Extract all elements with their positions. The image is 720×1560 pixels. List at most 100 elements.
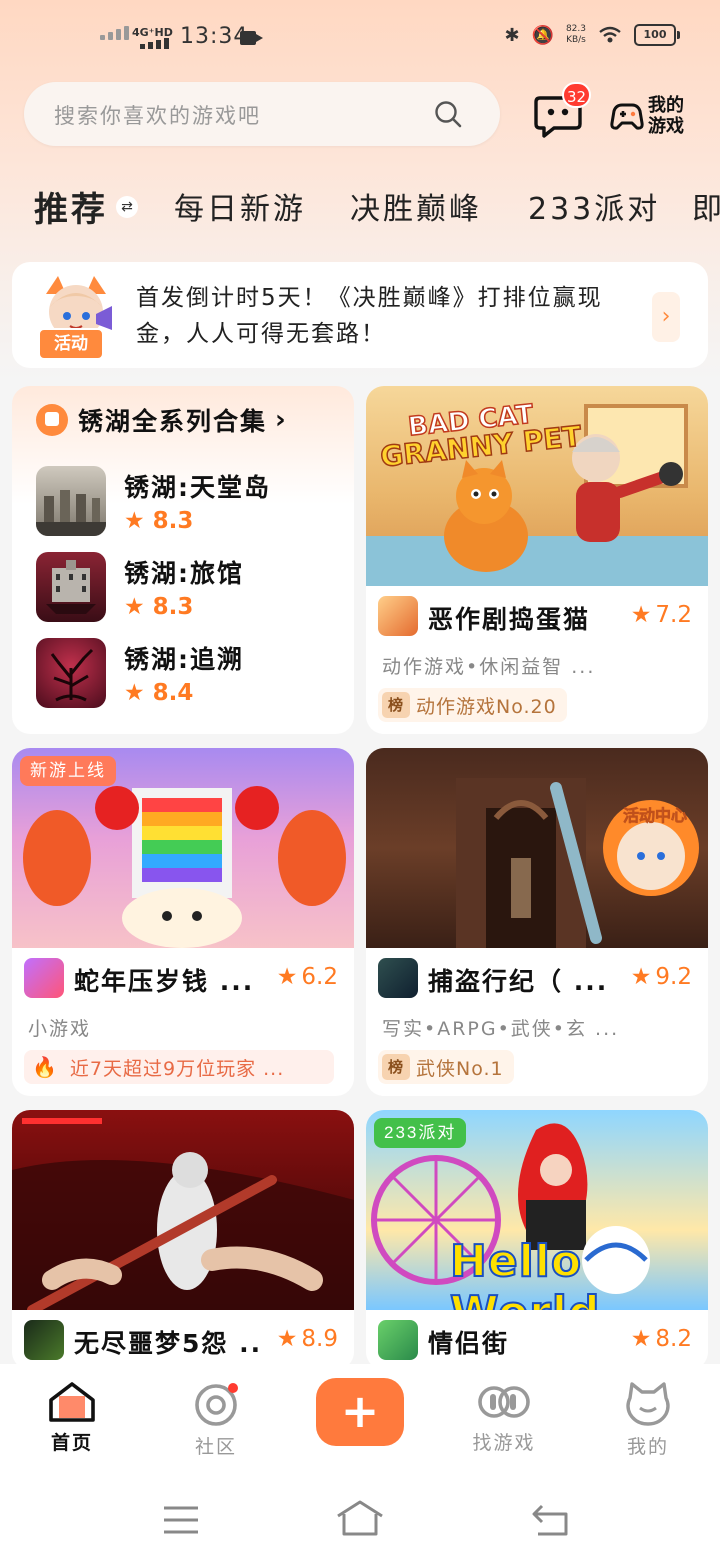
game-name: 锈湖:追溯: [124, 645, 244, 674]
game-icon: [378, 596, 418, 636]
status-bar: 4G⁺HD 13:34 ✱ 🔕 82.3 KB/s 100: [0, 0, 720, 78]
game-cover: 新游上线: [12, 748, 354, 948]
game-icon: [24, 1320, 64, 1360]
search-icon[interactable]: [434, 100, 462, 128]
home-icon: [49, 1382, 95, 1422]
create-post-button[interactable]: +: [316, 1378, 404, 1446]
cover-title: Hello World: [449, 1235, 600, 1310]
home-nav-icon[interactable]: [336, 1500, 384, 1536]
game-card[interactable]: 233派对 Hello World 情侣街 ★8.2: [366, 1110, 708, 1370]
game-rating: ★ 8.3: [124, 508, 194, 534]
activity-banner[interactable]: 活动 首发倒计时5天！《决胜巅峰》打排位赢现金，人人可得无套路！ ›: [12, 262, 708, 368]
collection-title[interactable]: 锈湖全系列合集 ›: [36, 402, 288, 438]
tab-juesheng[interactable]: 决胜巅峰: [350, 184, 482, 228]
game-icon: [36, 638, 106, 708]
game-rating: ★ 8.4: [124, 680, 194, 706]
game-rating: ★ 8.9: [276, 1326, 338, 1352]
new-game-tag: 新游上线: [20, 756, 116, 786]
game-icon: [24, 958, 64, 998]
search-placeholder: 搜索你喜欢的游戏吧: [54, 104, 261, 128]
game-name: 捕盗行纪（ ...: [428, 967, 609, 996]
game-card[interactable]: BAD CAT GRANNY PET 恶作剧捣蛋猫 ★ 7.2 动作游戏•休闲益智…: [366, 386, 708, 734]
game-icon: [36, 466, 106, 536]
signal-2-icon: [140, 38, 169, 49]
thumbs-up-icon: [36, 404, 68, 436]
bluetooth-icon: ✱: [504, 24, 520, 46]
tab-233-party[interactable]: 233派对: [528, 184, 660, 228]
rank-chip: 榜武侠No.1: [378, 1050, 514, 1084]
tab-recommend[interactable]: 推荐: [34, 182, 108, 231]
switch-icon[interactable]: ⇄: [116, 196, 138, 218]
game-card[interactable]: 活动中心 捕盗行纪（ ... ★ 9.2 写实•ARPG•武侠•玄 ... 榜武侠…: [366, 748, 708, 1096]
game-icon: [378, 958, 418, 998]
game-icon: [378, 1320, 418, 1360]
activity-center-badge[interactable]: 活动中心: [614, 802, 696, 826]
nav-community[interactable]: 社区: [166, 1380, 266, 1459]
collection-item[interactable]: 锈湖:天堂岛 ★ 8.3: [36, 466, 336, 540]
tab-daily-new[interactable]: 每日新游: [174, 184, 306, 228]
community-icon: [195, 1383, 238, 1426]
network-speed: 82.3 KB/s: [565, 24, 586, 45]
my-games-button[interactable]: 我的 游戏: [610, 92, 700, 140]
activity-text: 首发倒计时5天！《决胜巅峰》打排位赢现金，人人可得无套路！: [136, 285, 603, 347]
nav-find-games[interactable]: 找游戏: [454, 1380, 554, 1455]
find-games-icon: [478, 1386, 530, 1418]
game-name: 蛇年压岁钱 ...: [74, 967, 255, 996]
nav-mine[interactable]: 我的: [598, 1380, 698, 1459]
nav-mine-label: 我的: [626, 1436, 669, 1458]
star-icon: ★: [630, 964, 652, 990]
game-cover: [12, 1110, 354, 1310]
mute-bell-icon: 🔕: [531, 24, 554, 46]
game-name: 锈湖:旅馆: [124, 559, 244, 588]
game-name: 锈湖:天堂岛: [124, 473, 271, 502]
my-games-label-2: 游戏: [648, 116, 684, 137]
rank-badge-icon: 榜: [382, 1054, 410, 1080]
nav-find-games-label: 找游戏: [472, 1432, 536, 1454]
rusty-lake-collection-card[interactable]: 锈湖全系列合集 › 锈湖:天堂岛 ★ 8.3 锈湖:旅馆 ★ 8.3 锈湖:追溯…: [12, 386, 354, 734]
rank-chip: 榜动作游戏No.20: [378, 688, 567, 722]
star-icon: ★: [630, 1326, 652, 1352]
game-icon: [36, 552, 106, 622]
nav-home[interactable]: 首页: [22, 1380, 122, 1455]
fire-icon: 🔥: [32, 1055, 58, 1079]
chevron-right-icon[interactable]: ›: [652, 292, 680, 342]
game-rating: ★ 8.3: [124, 594, 194, 620]
game-name: 无尽噩梦5怨 ...: [74, 1329, 264, 1358]
game-rating: ★ 8.2: [630, 1326, 692, 1352]
clock: 13:34: [180, 24, 249, 49]
game-name: 情侣街: [428, 1329, 510, 1358]
star-icon: ★: [276, 1326, 298, 1352]
game-cover: 233派对 Hello World: [366, 1110, 708, 1310]
nav-community-label: 社区: [194, 1436, 237, 1458]
game-rating: ★ 6.2: [276, 964, 338, 990]
back-icon[interactable]: [530, 1502, 570, 1536]
tab-more[interactable]: 即: [692, 184, 720, 228]
game-cover: 活动中心: [366, 748, 708, 948]
game-tags: 小游戏: [28, 1018, 92, 1040]
nav-home-label: 首页: [50, 1432, 93, 1454]
game-cover: BAD CAT GRANNY PET: [366, 386, 708, 586]
search-bar[interactable]: 搜索你喜欢的游戏吧: [24, 82, 500, 146]
signal-icon: [100, 26, 129, 40]
game-rating: ★ 7.2: [630, 602, 692, 628]
game-card[interactable]: 新游上线 蛇年压岁钱 ... ★ 6.2 小游戏 🔥 近7天超过9万位玩家 ...: [12, 748, 354, 1096]
chevron-right-icon: ›: [275, 405, 288, 435]
video-record-icon: [240, 31, 263, 45]
star-icon: ★: [630, 602, 652, 628]
system-navigation-bar: [0, 1484, 720, 1560]
activity-tag: 活动: [38, 328, 104, 360]
collection-item[interactable]: 锈湖:追溯 ★ 8.4: [36, 638, 336, 712]
rank-badge-icon: 榜: [382, 692, 410, 718]
collection-item[interactable]: 锈湖:旅馆 ★ 8.3: [36, 552, 336, 626]
game-tags: 动作游戏•休闲益智 ...: [382, 656, 596, 678]
game-card[interactable]: 无尽噩梦5怨 ... ★ 8.9: [12, 1110, 354, 1370]
game-rating: ★ 9.2: [630, 964, 692, 990]
message-badge: 32: [562, 82, 592, 108]
bottom-navigation: 首页 社区 + 找游戏 我的: [0, 1364, 720, 1560]
profile-icon: [626, 1382, 670, 1426]
battery-icon: 100: [634, 24, 680, 46]
wifi-icon: [599, 26, 621, 43]
my-games-label-1: 我的: [648, 95, 684, 116]
star-icon: ★: [276, 964, 298, 990]
menu-icon[interactable]: [162, 1504, 200, 1536]
